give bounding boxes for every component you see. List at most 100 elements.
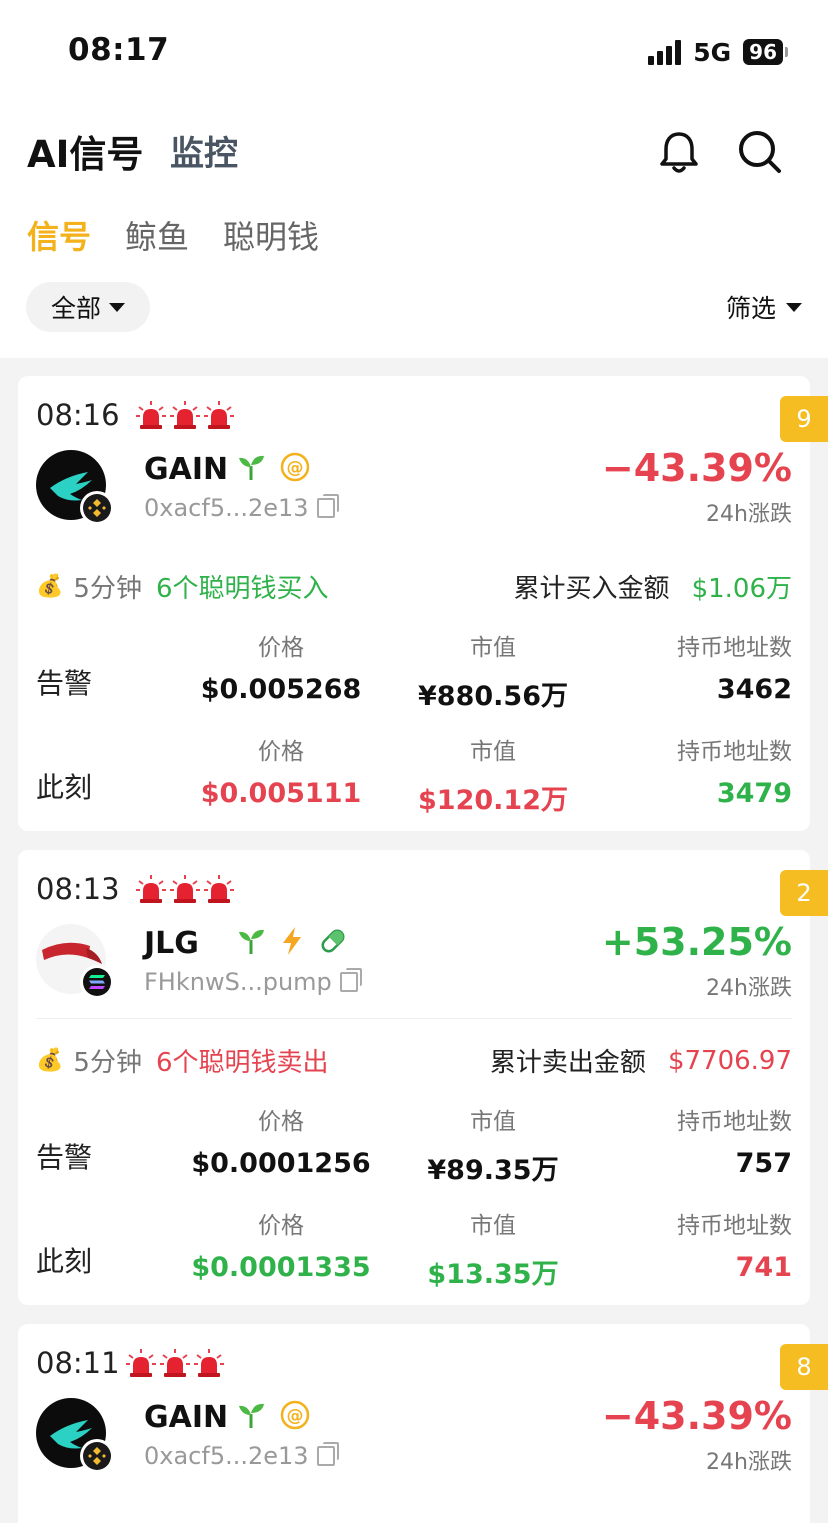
address-text: 0xacf5...2e13 (144, 494, 309, 522)
mcap-header: 市值 (470, 635, 516, 661)
alert-mcap: ¥89.35万 (427, 1155, 559, 1186)
svg-text:@: @ (287, 458, 304, 478)
status-time: 08:17 (68, 32, 170, 68)
alert-row: 告警 价格 $0.0001256 市值 ¥89.35万 持币地址数 757 (36, 1102, 792, 1198)
signal-icon (648, 39, 682, 65)
signal-time: 08:13 (36, 872, 120, 906)
siren-icon (126, 1349, 156, 1377)
tab-whale[interactable]: 鲸鱼 (125, 212, 189, 258)
siren-icon (204, 875, 234, 903)
battery-icon: 96 (743, 39, 788, 65)
svg-text:@: @ (287, 1406, 304, 1426)
price-header: 价格 (258, 739, 304, 765)
monitor-tab[interactable]: 监控 (170, 126, 238, 175)
cumulative-value: $7706.97 (667, 1045, 792, 1076)
filter-label: 筛选 (725, 294, 776, 323)
siren-icon (160, 1349, 190, 1377)
change-label: 24h涨跌 (706, 502, 792, 527)
alert-price: $0.005268 (200, 674, 362, 705)
now-holders: 741 (735, 1252, 792, 1283)
signal-card[interactable]: 08:13 2 JLG FHknwS...pump +53.25% 24h涨跌 … (18, 850, 828, 1305)
money-bag-icon: 💰 (36, 574, 64, 599)
signal-card[interactable]: 08:16 9 GAIN @ 0xacf5...2e13 −43.39% 24h… (18, 376, 828, 831)
change-label: 24h涨跌 (706, 976, 792, 1001)
battery-level: 96 (743, 39, 783, 65)
token-tags: @ (236, 452, 310, 482)
alert-level (136, 874, 234, 904)
money-bag-icon: 💰 (36, 1048, 64, 1073)
token-name: GAIN (144, 1400, 229, 1435)
caret-down-icon (786, 302, 802, 312)
solana-chain-icon (80, 965, 114, 999)
address-text: FHknwS...pump (144, 968, 332, 996)
siren-icon (170, 401, 200, 429)
token-address: 0xacf5...2e13 (144, 494, 339, 522)
divider (36, 1018, 792, 1019)
now-row: 此刻 价格 $0.0001335 市值 $13.35万 持币地址数 741 (36, 1206, 792, 1302)
change-label: 24h涨跌 (706, 1450, 792, 1475)
smart-money-row: 💰 5分钟 6个聪明钱卖出 累计卖出金额 $7706.97 (36, 1042, 792, 1079)
lightning-icon (283, 927, 301, 955)
alert-label: 告警 (36, 667, 93, 700)
token-address: FHknwS...pump (144, 968, 362, 996)
status-indicators: 5G 96 (648, 36, 788, 68)
caret-down-icon (109, 302, 125, 312)
signal-time: 08:11 (36, 1346, 120, 1380)
smart-money-action: 6个聪明钱买入 (155, 574, 329, 604)
token-name: JLG (144, 926, 199, 961)
signal-card[interactable]: 08:11 8 GAIN @ 0xacf5...2e13 −43.39% 24h… (18, 1324, 828, 1523)
alert-row: 告警 价格 $0.005268 市值 ¥880.56万 持币地址数 3462 (36, 628, 792, 724)
price-header: 价格 (258, 1213, 304, 1239)
alert-level (136, 400, 234, 430)
search-icon[interactable] (736, 128, 782, 174)
token-name: GAIN (144, 452, 229, 487)
copy-icon[interactable] (316, 494, 339, 518)
bnb-chain-icon (80, 1439, 114, 1473)
period: 5分钟 (73, 1048, 142, 1078)
copy-icon[interactable] (316, 1442, 339, 1466)
tab-signal[interactable]: 信号 (27, 212, 91, 258)
holders-header: 持币地址数 (677, 739, 792, 765)
token-address: 0xacf5...2e13 (144, 1442, 339, 1470)
cumulative-label: 累计买入金额 (513, 574, 670, 604)
copy-icon[interactable] (339, 968, 362, 992)
price-header: 价格 (258, 635, 304, 661)
tab-smart-money[interactable]: 聪明钱 (223, 212, 319, 258)
top-panel: 08:17 5G 96 AI信号 监控 信号 鲸鱼 聪明钱 全部 筛选 (0, 0, 828, 358)
filter-dropdown[interactable]: 筛选 (726, 289, 802, 325)
now-row: 此刻 价格 $0.005111 市值 $120.12万 持币地址数 3479 (36, 732, 792, 828)
price-change: −43.39% (601, 1394, 792, 1438)
now-price: $0.0001335 (191, 1252, 371, 1283)
alert-holders: 757 (735, 1148, 792, 1179)
category-label: 全部 (50, 294, 101, 323)
page-title[interactable]: AI信号 (27, 124, 143, 178)
siren-icon (136, 875, 166, 903)
sprout-icon (239, 929, 264, 954)
at-mention-icon: @ (280, 1400, 310, 1430)
price-change: +53.25% (601, 920, 792, 964)
now-label: 此刻 (36, 1245, 93, 1278)
pill-icon (321, 929, 345, 953)
address-text: 0xacf5...2e13 (144, 1442, 309, 1470)
token-tags (236, 926, 348, 956)
bell-icon[interactable] (657, 128, 701, 176)
bnb-chain-icon (80, 491, 114, 525)
now-mcap: $13.35万 (427, 1259, 559, 1290)
siren-icon (194, 1349, 224, 1377)
holders-header: 持币地址数 (677, 1109, 792, 1135)
cumulative-value: $1.06万 (691, 574, 792, 604)
holders-header: 持币地址数 (677, 1213, 792, 1239)
signal-time: 08:16 (36, 398, 120, 432)
category-dropdown[interactable]: 全部 (26, 282, 150, 332)
alert-price: $0.0001256 (191, 1148, 371, 1179)
smart-money-action: 6个聪明钱卖出 (155, 1048, 329, 1078)
signal-count-badge: 9 (780, 396, 828, 442)
at-mention-icon: @ (280, 452, 310, 482)
smart-money-row: 💰 5分钟 6个聪明钱买入 累计买入金额 $1.06万 (36, 568, 792, 605)
holders-header: 持币地址数 (677, 635, 792, 661)
mcap-header: 市值 (470, 1109, 516, 1135)
now-price: $0.005111 (200, 778, 362, 809)
alert-mcap: ¥880.56万 (418, 681, 568, 712)
alert-level (126, 1348, 224, 1378)
cumulative-label: 累计卖出金额 (489, 1048, 646, 1078)
